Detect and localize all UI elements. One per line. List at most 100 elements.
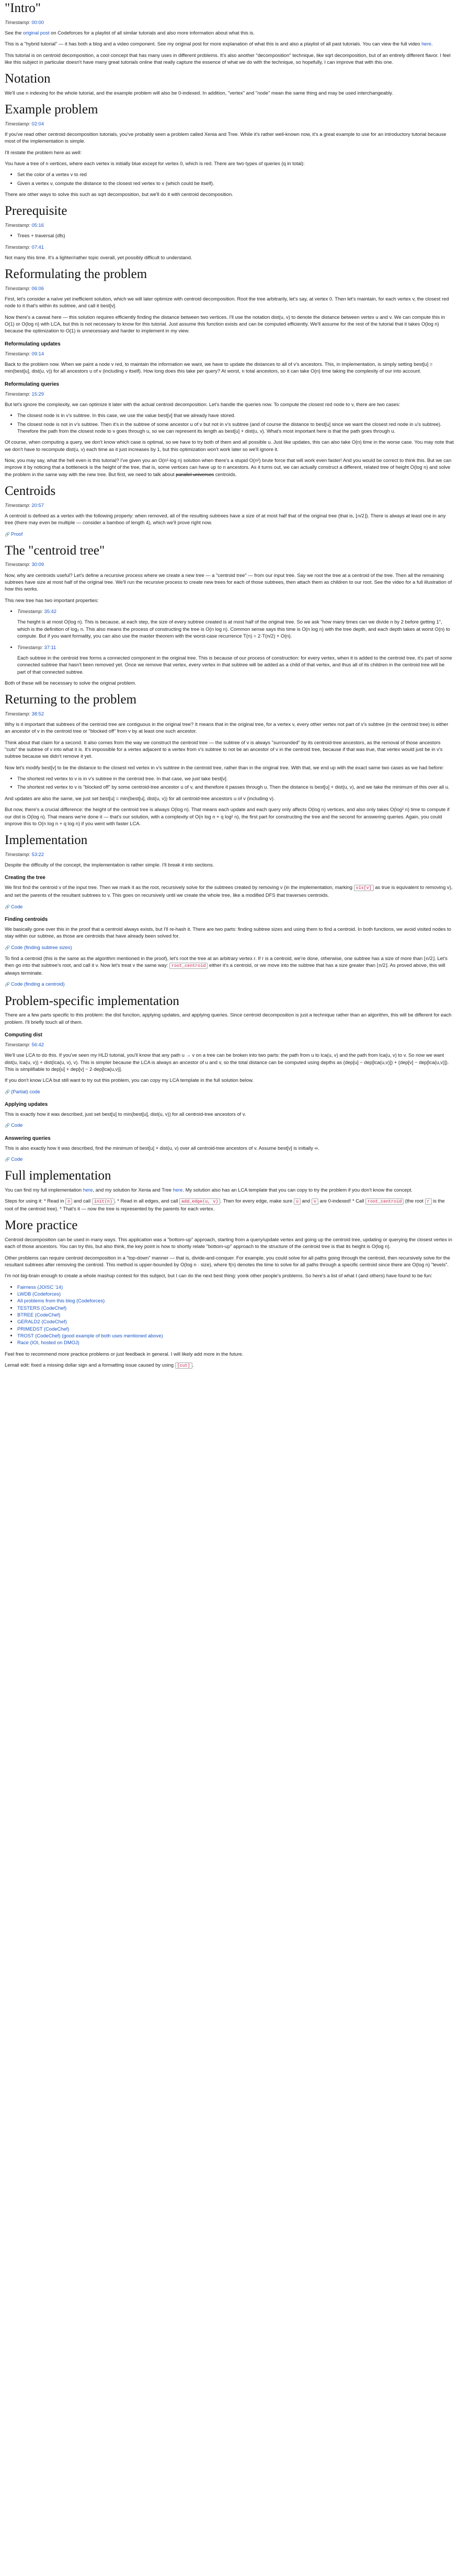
problem-link[interactable]: TROST (CodeChef) (good example of both u…: [17, 1333, 163, 1338]
query-types-list: Set the color of a vertex v to red Given…: [5, 171, 454, 187]
list-item: GERALD2 (CodeChef): [17, 1318, 454, 1325]
timestamp-reformulating-queries: Timestamp: 15:29: [5, 390, 44, 397]
problem-link[interactable]: GERALD2 (CodeChef): [17, 1319, 67, 1324]
impl-paragraph-1: Despite the difficulty of the concept, t…: [5, 862, 214, 868]
timestamp-centroid-tree: Timestamp: 30:09: [5, 561, 44, 568]
full-implementation-link[interactable]: here: [83, 1187, 93, 1193]
specific-paragraph-5: This is also exactly how it was describe…: [5, 1145, 319, 1151]
more-paragraph-2: Other problems can require centroid deco…: [5, 1254, 450, 1267]
example-paragraph-4: There are other ways to solve this such …: [5, 191, 233, 197]
code-link[interactable]: Code: [5, 1122, 22, 1128]
inline-code: root_centroid: [169, 963, 208, 969]
section-title-intro: "Intro": [5, 1, 41, 15]
returning-paragraph-2: Think about that claim for a second. It …: [5, 739, 443, 759]
problem-link[interactable]: PRIMEDST (CodeChef): [17, 1326, 69, 1332]
more-paragraph-4: Feel free to recommend more practice pro…: [5, 1350, 244, 1357]
subheading-reformulating-queries: Reformulating queries: [5, 381, 59, 387]
list-item: The closest node is not in v's subtree. …: [17, 421, 454, 435]
proof-spoiler: Proof: [5, 530, 454, 537]
timestamp-returning: Timestamp: 38:52: [5, 710, 44, 717]
code-link[interactable]: Code: [5, 904, 22, 909]
code-spoiler-queries: Code: [5, 1156, 454, 1162]
intro-lead: See the original post on Codeforces for …: [5, 29, 255, 36]
ctree-properties-list: Timestamp: 35:42 The height is at most O…: [5, 608, 454, 675]
problem-link[interactable]: All problems from this blog (Codeforces): [17, 1298, 105, 1303]
timestamp-link-reformulating-updates[interactable]: 09:14: [32, 351, 44, 356]
list-item: All problems from this blog (Codeforces): [17, 1297, 454, 1304]
section-title-problem-specific: Problem-specific implementation: [5, 994, 179, 1008]
subheading-creating-tree: Creating the tree: [5, 875, 45, 881]
list-item: Set the color of a vertex v to red: [17, 171, 454, 178]
proof-link[interactable]: Proof: [5, 531, 22, 537]
timestamp-computing-dist: Timestamp: 56:42: [5, 1041, 44, 1047]
original-post-link[interactable]: original post: [23, 30, 50, 36]
timestamp-link-reformulating-queries[interactable]: 15:29: [32, 391, 44, 397]
strikethrough-text: parallel universes: [176, 471, 214, 477]
section-title-more-practice: More practice: [5, 1218, 78, 1233]
xenia-solution-link[interactable]: here: [173, 1187, 183, 1193]
section-title-prerequisite: Prerequisite: [5, 204, 67, 218]
problem-link[interactable]: Fairness (JOISC '14): [17, 1284, 63, 1290]
problem-link[interactable]: LWDB (Codeforces): [17, 1291, 61, 1297]
timestamp-link-property-2[interactable]: 37:11: [44, 644, 56, 650]
specific-paragraph-4: This is exactly how it was described, ju…: [5, 1111, 246, 1117]
code-spoiler-updates: Code: [5, 1122, 454, 1128]
timestamp-link-example[interactable]: 02:04: [32, 121, 44, 126]
reform-paragraph-3: Back to the problem now. When we paint a…: [5, 361, 433, 374]
returning-paragraph-5: But now, there's a crucial difference: t…: [5, 806, 450, 826]
impl-paragraph-2: We first find the centroid v of the inpu…: [5, 884, 453, 898]
section-title-implementation: Implementation: [5, 833, 88, 848]
list-item: PRIMEDST (CodeChef): [17, 1325, 454, 1332]
list-item: Given a vertex v, compute the distance t…: [17, 180, 454, 187]
returning-paragraph-1: Why is it important that subtrees of the…: [5, 721, 449, 734]
code-link[interactable]: Code: [5, 1156, 22, 1162]
problem-link[interactable]: TESTERS (CodeChef): [17, 1305, 66, 1311]
timestamp-link-computing-dist[interactable]: 56:42: [32, 1042, 44, 1047]
intro-paragraph-1: This is a "hybrid tutorial" — it has bot…: [5, 41, 433, 47]
ctree-paragraph-2: This new tree has two important properti…: [5, 597, 99, 603]
inline-code: u: [293, 1198, 301, 1205]
timestamp-link-implementation[interactable]: 53:22: [32, 851, 44, 857]
specific-paragraph-3: If you don't know LCA but still want to …: [5, 1077, 254, 1083]
code-link[interactable]: (Partial) code: [5, 1089, 40, 1094]
timestamp-link-centroid-tree[interactable]: 30:09: [32, 561, 44, 567]
more-paragraph-3: I'm not big-brain enough to create a who…: [5, 1273, 432, 1279]
timestamp-link-centroids[interactable]: 20:57: [32, 502, 44, 508]
impl-paragraph-3: We basically gone over this in the proof…: [5, 926, 451, 939]
inline-code: v: [311, 1198, 318, 1205]
problem-link[interactable]: Race (IOI, hosted on DMOJ): [17, 1339, 79, 1345]
full-video-link[interactable]: here: [421, 41, 431, 47]
problem-link[interactable]: BTREE (CodeChef): [17, 1312, 60, 1318]
timestamp-link-prerequisite[interactable]: 05:16: [32, 222, 44, 228]
example-paragraph-3: You have a tree of n vertices, where eac…: [5, 160, 305, 166]
timestamp-intro: Timestamp: 00:00: [5, 19, 44, 25]
list-item: The closest node is in v's subtree. In t…: [17, 412, 454, 419]
timestamp-prerequisite: Timestamp: 05:16: [5, 222, 44, 228]
list-item: TROST (CodeChef) (good example of both u…: [17, 1332, 454, 1339]
reform-paragraph-1: First, let's consider a naïve yet ineffi…: [5, 296, 449, 309]
timestamp-link-property-1[interactable]: 35:42: [44, 608, 56, 614]
timestamp-link-intro[interactable]: 00:00: [32, 19, 44, 25]
timestamp-reformulating: Timestamp: 06:06: [5, 285, 44, 291]
code-spoiler-creating-tree: Code: [5, 903, 454, 910]
subheading-reformulating-updates: Reformulating updates: [5, 341, 61, 347]
section-title-reformulating: Reformulating the problem: [5, 267, 147, 282]
inline-code: n: [65, 1198, 73, 1205]
property-1-text: The height is at most O(log n). This is …: [17, 619, 450, 639]
timestamp-link-reformulating[interactable]: 06:06: [32, 285, 44, 291]
code-link[interactable]: Code (finding a centroid): [5, 981, 65, 987]
subheading-computing-dist: Computing dist: [5, 1032, 42, 1038]
timestamp-link-prerequisite-2[interactable]: 07:41: [32, 244, 44, 250]
section-title-centroid-tree: The "centroid tree": [5, 543, 105, 558]
reform-paragraph-2: Now there's a caveat here — this solutio…: [5, 314, 445, 334]
code-spoiler-partial: (Partial) code: [5, 1088, 454, 1095]
timestamp-centroids: Timestamp: 20:57: [5, 502, 44, 508]
inline-code: vis[v]: [353, 885, 374, 892]
returning-paragraph-3: Now let's modify best[v] to be the dista…: [5, 764, 444, 770]
prerequisite-list: Trees + traversal (dfs): [5, 232, 454, 239]
section-title-notation: Notation: [5, 72, 51, 86]
list-item: Fairness (JOISC '14): [17, 1284, 454, 1290]
timestamp-link-returning[interactable]: 38:52: [32, 711, 44, 717]
code-link[interactable]: Code (finding subtree sizes): [5, 944, 72, 950]
subheading-applying-updates: Applying updates: [5, 1102, 48, 1108]
